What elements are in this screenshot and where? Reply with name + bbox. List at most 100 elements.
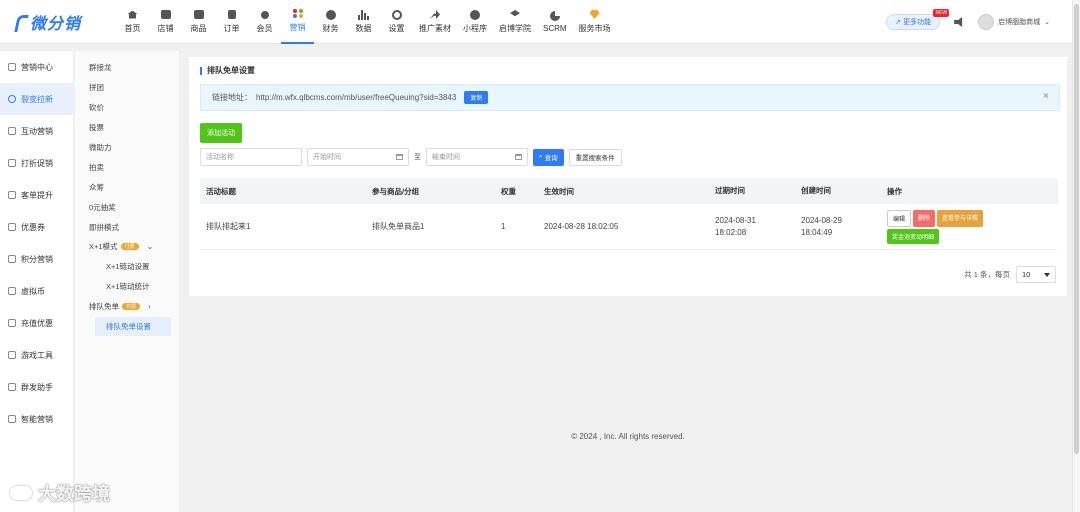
nav-label: 商品: [190, 24, 207, 33]
watermark-logo-icon: [10, 486, 32, 500]
top-navbar: 微分销 首页 店铺 商品 订单 会员 营销 财务 数据 设置 推广素材 小程序 …: [0, 0, 1080, 44]
order-icon: [226, 9, 238, 20]
prize-pool-details-button[interactable]: 奖金池变动明细: [887, 228, 940, 244]
sidebar-item-points[interactable]: 积分营销: [0, 243, 73, 275]
logo[interactable]: 微分销: [0, 10, 110, 34]
end-time-input[interactable]: 结束时间: [426, 148, 528, 166]
nav-label: 小程序: [463, 24, 487, 33]
subnav-item[interactable]: 砍价: [75, 98, 179, 118]
table-row: 排队排起来1 排队免单商品1 1 2024-08-28 18:02:05 202…: [200, 204, 1058, 250]
close-icon[interactable]: ×: [1043, 91, 1049, 102]
menu-item-icon: [8, 127, 16, 135]
activity-name-input[interactable]: 活动名称: [200, 148, 302, 166]
sidebar-item-recharge[interactable]: 充值优惠: [0, 307, 73, 339]
sidebar-item-upsell[interactable]: 客单提升: [0, 179, 73, 211]
subnav-item[interactable]: 拼团: [75, 78, 179, 98]
sidebar-item-virtual-coin[interactable]: 虚拟币: [0, 275, 73, 307]
activity-table: 活动标题 参与商品/分组 权重 生效时间 过期时间 创建时间 操作 排队排起来1…: [200, 178, 1058, 250]
subnav-item[interactable]: 众筹: [75, 177, 179, 197]
input-placeholder: 开始时间: [313, 154, 341, 161]
user-menu[interactable]: 启博胭脂商城 ⌄: [978, 14, 1050, 30]
page-size-select[interactable]: 10: [1016, 266, 1056, 283]
subnav-group-queue[interactable]: 排队免单 付费 ›: [75, 297, 179, 317]
cell-create-time: 2024-08-29 18:04:49: [801, 215, 887, 239]
nav-data[interactable]: 数据: [347, 0, 380, 44]
menu-item-icon: [8, 95, 16, 103]
link-url[interactable]: http://m.wfx.qlbcms.com/mb/user/freeQueu…: [256, 93, 456, 102]
cell-start-time: 2024-08-28 18:02:05: [544, 222, 619, 231]
user-name: 启博胭脂商城: [998, 19, 1041, 26]
nav-miniapp[interactable]: 小程序: [457, 0, 493, 44]
view-participants-button[interactable]: 查看参与详情: [937, 209, 984, 227]
sidebar-item-interactive[interactable]: 互动营销: [0, 115, 73, 147]
nav-label: 财务: [322, 24, 339, 33]
subnav-item[interactable]: 0元抽奖: [75, 197, 179, 217]
nav-label: 设置: [388, 24, 405, 33]
scrm-icon: [549, 10, 561, 21]
sidebar-item-games[interactable]: 游戏工具: [0, 339, 73, 371]
paid-badge: 付费: [122, 303, 141, 311]
subnav-item-queue-settings[interactable]: 排队免单设置: [95, 316, 171, 337]
sidebar-item-fission[interactable]: 裂变拉新: [0, 83, 73, 115]
subnav-item[interactable]: 投票: [75, 118, 179, 138]
search-button[interactable]: ⌕ 查询: [533, 148, 564, 166]
nav-label: 会员: [256, 24, 273, 33]
subnav-item[interactable]: 即拼模式: [75, 217, 179, 237]
share-icon: [429, 9, 441, 20]
delete-button[interactable]: 删除: [913, 209, 936, 227]
nav-settings[interactable]: 设置: [380, 0, 413, 44]
column-header: 过期时间: [715, 186, 745, 195]
copy-button[interactable]: 复制: [464, 91, 489, 104]
subnav-item[interactable]: 微助力: [75, 138, 179, 158]
rocket-icon: ➚: [895, 19, 904, 26]
start-time-input[interactable]: 开始时间: [307, 148, 409, 166]
create-time: 18:04:49: [801, 227, 833, 237]
nav-finance[interactable]: 财务: [314, 0, 347, 44]
reset-filters-button[interactable]: 重置搜索条件: [568, 148, 622, 166]
avatar: [978, 14, 995, 30]
subnav-item[interactable]: X+1链动统计: [75, 277, 179, 297]
nav-promo[interactable]: 推广素材: [413, 0, 457, 44]
sidebar-item-marketing-center[interactable]: 营销中心: [0, 51, 73, 83]
expire-time: 18:02:08: [715, 227, 747, 237]
scrollbar-thumb[interactable]: [1074, 4, 1079, 454]
column-header: 创建时间: [801, 186, 831, 195]
sidebar-item-broadcast[interactable]: 群发助手: [0, 371, 73, 403]
expire-date: 2024-08-31: [715, 215, 756, 225]
link-alert: 链接地址： http://m.wfx.qlbcms.com/mb/user/fr…: [200, 84, 1060, 111]
nav-academy[interactable]: 启博学院: [493, 0, 537, 44]
goods-icon: [193, 9, 205, 20]
nav-store[interactable]: 店铺: [149, 0, 182, 44]
store-icon: [160, 9, 172, 20]
subnav-item[interactable]: 群接龙: [75, 58, 179, 78]
menu-item-icon: [8, 287, 16, 295]
page-scrollbar[interactable]: [1072, 0, 1080, 512]
nav-service-market[interactable]: 服务市场: [573, 0, 617, 44]
edit-button[interactable]: 编辑: [887, 209, 912, 227]
chevron-right-icon: ›: [148, 302, 151, 312]
nav-home[interactable]: 首页: [116, 0, 149, 44]
logo-text: 微分销: [30, 15, 82, 33]
watermark: 大数跨境: [10, 480, 110, 506]
subnav-item[interactable]: 拍卖: [75, 157, 179, 177]
nav-marketing[interactable]: 营销: [281, 0, 314, 44]
academy-icon: [509, 9, 521, 20]
column-header: 操作: [887, 186, 902, 196]
sidebar-item-smart[interactable]: 智能营销: [0, 403, 73, 435]
settings-icon: [391, 9, 403, 20]
nav-scrm[interactable]: SCRM: [537, 0, 573, 44]
nav-label: 数据: [355, 24, 372, 33]
nav-goods[interactable]: 商品: [182, 0, 215, 44]
sidebar-item-coupon[interactable]: 优惠券: [0, 211, 73, 243]
nav-order[interactable]: 订单: [215, 0, 248, 44]
menu-item-icon: [8, 351, 16, 359]
more-features-button[interactable]: ➚ 更多功能 NEW: [886, 9, 950, 30]
search-icon: ⌕: [539, 153, 543, 160]
nav-member[interactable]: 会员: [248, 0, 281, 44]
column-header: 参与商品/分组: [372, 186, 420, 196]
subnav-item[interactable]: X+1链动设置: [75, 257, 179, 277]
subnav-group-x1[interactable]: X+1模式 付费 ⌄: [75, 237, 179, 257]
sidebar-item-discount[interactable]: 打折促销: [0, 147, 73, 179]
add-activity-button[interactable]: 添加活动: [200, 123, 242, 143]
notification-speaker-icon[interactable]: [954, 17, 963, 27]
